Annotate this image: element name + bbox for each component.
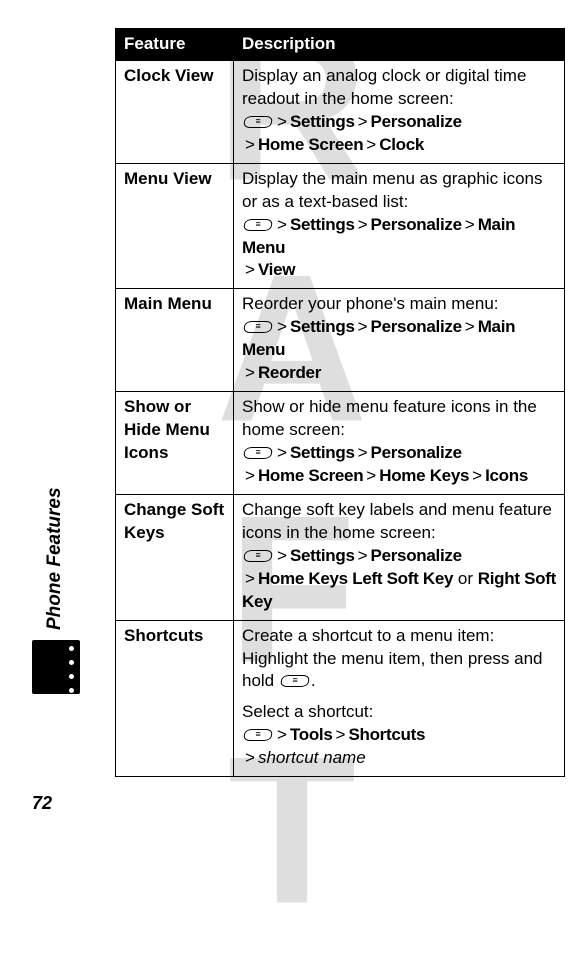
thumb-tab-dots — [68, 645, 75, 694]
feature-table: Feature Description Clock ViewDisplay an… — [115, 28, 565, 777]
path-separator: > — [245, 748, 255, 767]
description-cell: Change soft key labels and menu feature … — [234, 494, 565, 620]
feature-cell: Shortcuts — [116, 620, 234, 777]
table-row: Show or Hide Menu IconsShow or hide menu… — [116, 392, 565, 495]
section-label: Phone Features — [44, 487, 66, 630]
path-separator: > — [245, 466, 255, 485]
feature-cell: Main Menu — [116, 289, 234, 392]
menu-key-icon — [280, 675, 310, 687]
description-cell: Create a shortcut to a menu item: Highli… — [234, 620, 565, 777]
feature-cell: Change Soft Keys — [116, 494, 234, 620]
path-separator: > — [358, 112, 368, 131]
menu-path-placeholder: shortcut name — [258, 748, 366, 767]
feature-cell: Show or Hide Menu Icons — [116, 392, 234, 495]
menu-key-icon — [243, 550, 273, 562]
page-number: 72 — [32, 793, 52, 814]
menu-path-item: Shortcuts — [348, 725, 425, 744]
path-separator: > — [472, 466, 482, 485]
table-row: Clock ViewDisplay an analog clock or dig… — [116, 60, 565, 163]
menu-key-icon — [243, 321, 273, 333]
menu-path: >Settings>Personalize>Home Screen>Clock — [242, 111, 556, 157]
menu-path-item: Clock — [379, 135, 424, 154]
menu-path-item: Settings — [290, 546, 355, 565]
path-separator: > — [358, 215, 368, 234]
path-separator: > — [358, 546, 368, 565]
menu-path-item: Personalize — [371, 215, 462, 234]
path-separator: > — [277, 725, 287, 744]
description-extra: Select a shortcut: — [242, 701, 556, 724]
menu-path-item: Settings — [290, 443, 355, 462]
menu-path: >Settings>Personalize>Main Menu>View — [242, 214, 556, 283]
path-separator: > — [358, 443, 368, 462]
menu-key-icon — [243, 447, 273, 459]
menu-path-item: Home Keys Left Soft Key — [258, 569, 453, 588]
menu-path-item: Home Screen — [258, 466, 363, 485]
path-separator: > — [366, 466, 376, 485]
menu-path-item: Settings — [290, 112, 355, 131]
path-separator: > — [245, 569, 255, 588]
description-intro: Display an analog clock or digital time … — [242, 65, 556, 111]
feature-cell: Menu View — [116, 163, 234, 289]
description-cell: Display the main menu as graphic icons o… — [234, 163, 565, 289]
header-feature: Feature — [116, 29, 234, 61]
description-intro: Show or hide menu feature icons in the h… — [242, 396, 556, 442]
header-description: Description — [234, 29, 565, 61]
menu-path-item: Personalize — [371, 443, 462, 462]
path-separator: > — [277, 317, 287, 336]
table-row: ShortcutsCreate a shortcut to a menu ite… — [116, 620, 565, 777]
path-separator: > — [245, 135, 255, 154]
menu-path: >Settings>Personalize>Home Keys Left Sof… — [242, 545, 556, 614]
path-separator: > — [358, 317, 368, 336]
path-separator: > — [277, 546, 287, 565]
menu-path-item: Personalize — [371, 317, 462, 336]
page-content: Feature Description Clock ViewDisplay an… — [0, 0, 583, 836]
description-cell: Show or hide menu feature icons in the h… — [234, 392, 565, 495]
path-separator: > — [245, 363, 255, 382]
menu-path-item: Home Keys — [379, 466, 469, 485]
menu-path-item: Settings — [290, 317, 355, 336]
path-separator: > — [277, 112, 287, 131]
menu-key-icon — [243, 729, 273, 741]
menu-path-item: Personalize — [371, 546, 462, 565]
path-separator: > — [465, 215, 475, 234]
description-intro: Change soft key labels and menu feature … — [242, 499, 556, 545]
table-row: Change Soft KeysChange soft key labels a… — [116, 494, 565, 620]
menu-path: >Settings>Personalize>Main Menu>Reorder — [242, 316, 556, 385]
path-text: or — [453, 569, 478, 588]
description-intro: Reorder your phone's main menu: — [242, 293, 556, 316]
feature-cell: Clock View — [116, 60, 234, 163]
path-separator: > — [366, 135, 376, 154]
menu-path-item: Reorder — [258, 363, 321, 382]
menu-path-item: Personalize — [371, 112, 462, 131]
menu-path: >Tools>Shortcuts>shortcut name — [242, 724, 556, 770]
path-separator: > — [277, 215, 287, 234]
menu-key-icon — [243, 219, 273, 231]
table-row: Main MenuReorder your phone's main menu:… — [116, 289, 565, 392]
path-separator: > — [336, 725, 346, 744]
menu-path-item: View — [258, 260, 295, 279]
menu-path: >Settings>Personalize>Home Screen>Home K… — [242, 442, 556, 488]
description-intro: Create a shortcut to a menu item: Highli… — [242, 625, 556, 694]
menu-path-item: Home Screen — [258, 135, 363, 154]
path-separator: > — [277, 443, 287, 462]
menu-path-item: Settings — [290, 215, 355, 234]
table-row: Menu ViewDisplay the main menu as graphi… — [116, 163, 565, 289]
menu-key-icon — [243, 116, 273, 128]
path-separator: > — [465, 317, 475, 336]
description-intro: Display the main menu as graphic icons o… — [242, 168, 556, 214]
path-separator: > — [245, 260, 255, 279]
description-cell: Reorder your phone's main menu:>Settings… — [234, 289, 565, 392]
menu-path-item: Tools — [290, 725, 333, 744]
menu-path-item: Icons — [485, 466, 528, 485]
description-cell: Display an analog clock or digital time … — [234, 60, 565, 163]
